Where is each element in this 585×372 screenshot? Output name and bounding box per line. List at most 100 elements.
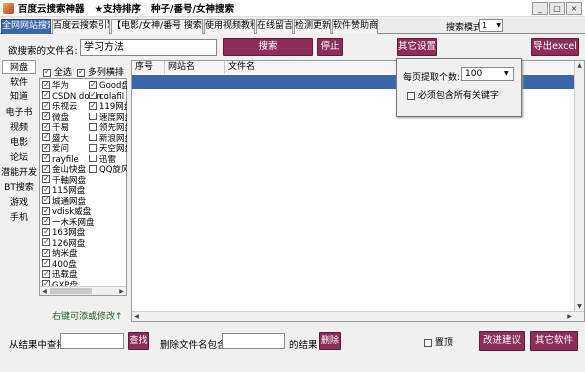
category-zhidao[interactable]: 知道 — [2, 90, 36, 104]
category-mobile[interactable]: 手机 — [2, 211, 36, 225]
delete-label: 删除文件名包含: — [160, 340, 230, 351]
app-logo-icon — [3, 2, 14, 14]
site-checkbox[interactable]: 天空网盘 — [89, 144, 127, 155]
close-button[interactable]: × — [566, 2, 582, 15]
check-icon — [42, 257, 50, 268]
check-icon — [42, 79, 50, 90]
check-icon — [42, 236, 50, 247]
check-icon — [42, 142, 50, 153]
scroll-left-icon[interactable]: ◀ — [132, 313, 141, 320]
category-ebook[interactable]: 电子书 — [2, 106, 36, 120]
category-software[interactable]: 软件 — [2, 76, 36, 90]
title-bar: 百度云搜索神器 ★支持排序 种子/番号/女神搜索 _ □ × — [0, 0, 585, 17]
site-checkbox[interactable]: 速度网盘 — [89, 112, 127, 124]
check-icon — [89, 165, 97, 173]
site-checkbox[interactable]: 迅雷 — [89, 154, 127, 166]
site-checkbox[interactable]: 新浪网盘 — [89, 133, 127, 145]
check-icon — [42, 152, 50, 163]
search-button[interactable]: 搜索 — [223, 38, 313, 56]
category-video[interactable]: 视频 — [2, 121, 36, 135]
site-checkbox[interactable]: 119网盘 — [89, 102, 127, 113]
tab-video-tutorial[interactable]: 使用视频教程 — [204, 19, 255, 34]
search-input[interactable]: 学习方法 — [80, 39, 217, 56]
check-icon — [42, 247, 50, 258]
ontop-checkbox[interactable]: 置顶 — [424, 335, 453, 348]
stop-button[interactable]: 停止 — [317, 38, 343, 56]
check-icon — [89, 102, 97, 111]
site-checkbox[interactable]: QQ旋风 — [89, 165, 127, 176]
right-click-hint: 右键可添或修改↑ — [52, 312, 123, 322]
check-icon — [89, 123, 97, 131]
category-sidebar: 网盘 软件 知道 电子书 视频 电影 论坛 潜能开发 BT搜索 游戏 手机 — [0, 59, 38, 315]
tab-sponsors[interactable]: 软件赞助商 — [332, 19, 378, 34]
multi-sort-checkbox[interactable]: 多列横排 — [77, 65, 124, 78]
check-icon — [42, 226, 50, 237]
app-title-tagline: 种子/番号/女神搜索 — [151, 4, 234, 15]
delete-button[interactable]: 删除 — [319, 332, 341, 350]
column-header-index[interactable]: 序号 — [132, 61, 165, 74]
check-icon — [42, 163, 50, 174]
result-label: 的结果 — [289, 340, 318, 351]
scroll-down-icon[interactable]: ▼ — [575, 303, 584, 310]
tab-check-update[interactable]: 检测更新 — [294, 19, 331, 34]
suggest-button[interactable]: 改进建议 — [479, 331, 525, 351]
minimize-button[interactable]: _ — [532, 2, 548, 15]
scroll-left-icon[interactable]: ◀ — [40, 288, 49, 295]
category-games[interactable]: 游戏 — [2, 196, 36, 210]
check-icon — [42, 215, 50, 226]
search-mode-label: 搜索模式 — [446, 23, 483, 33]
must-contain-checkbox[interactable]: 必须包含所有关键字 — [407, 88, 499, 101]
checkbox-icon — [424, 338, 432, 347]
check-icon — [42, 184, 50, 195]
select-all-checkbox[interactable]: 全选 — [43, 65, 72, 78]
delete-input[interactable] — [222, 333, 285, 349]
category-potential[interactable]: 潜能开发 — [0, 166, 38, 180]
check-icon — [42, 205, 50, 216]
site-checkbox[interactable]: colafil — [89, 91, 127, 103]
site-list-panel: 华为CSDN down乐视云微盘千易盛大爱问rayfile金山快盘千軸网盘115… — [39, 78, 127, 296]
check-icon — [42, 121, 50, 132]
export-excel-button[interactable]: 导出excel — [531, 38, 579, 56]
check-icon — [42, 194, 50, 205]
tab-baidu-engine[interactable]: 百度云搜索引擎 — [52, 19, 110, 34]
scroll-right-icon[interactable]: ▶ — [565, 313, 574, 320]
tab-feedback[interactable]: 在线留言 — [256, 19, 293, 34]
category-forum[interactable]: 论坛 — [2, 151, 36, 165]
chevron-down-icon: ▼ — [504, 70, 509, 77]
table-vscrollbar[interactable]: ▲ ▼ — [574, 61, 584, 311]
check-icon — [89, 154, 97, 162]
settings-popup: 每页提取个数: 100 ▼ 必须包含所有关键字 — [396, 58, 522, 117]
scroll-up-icon[interactable]: ▲ — [575, 62, 584, 69]
search-mode-select[interactable]: 1 — [479, 19, 503, 32]
other-software-button[interactable]: 其它软件 — [530, 331, 578, 351]
check-icon — [89, 81, 97, 90]
table-hscrollbar[interactable]: ◀ ▶ — [132, 311, 584, 321]
scroll-right-icon[interactable]: ▶ — [117, 288, 126, 295]
other-settings-button[interactable]: 其它设置 — [397, 38, 437, 56]
app-title: 百度云搜索神器 — [18, 4, 85, 15]
check-icon — [89, 91, 97, 100]
site-checkbox[interactable]: 领先网盘 — [89, 123, 127, 134]
site-checkbox[interactable]: Good盘 — [89, 81, 127, 92]
tab-bar: 全网网站搜索 百度云搜索引擎 【电影/女神/番号 搜索】 使用视频教程 在线留言… — [0, 18, 585, 34]
category-movie[interactable]: 电影 — [2, 136, 36, 150]
tab-all-sites[interactable]: 全网网站搜索 — [1, 19, 51, 34]
check-icon — [42, 110, 50, 121]
category-bt-search[interactable]: BT搜索 — [2, 181, 36, 195]
checkbox-icon — [407, 91, 415, 100]
check-icon — [43, 67, 51, 77]
tab-movie-search[interactable]: 【电影/女神/番号 搜索】 — [111, 19, 203, 34]
check-icon — [42, 131, 50, 142]
app-title-feature: ★支持排序 — [94, 4, 142, 15]
maximize-button[interactable]: □ — [549, 2, 565, 15]
filter-input[interactable] — [60, 333, 124, 349]
category-netdisk[interactable]: 网盘 — [2, 60, 36, 74]
find-button[interactable]: 查找 — [128, 332, 149, 350]
search-label: 欲搜索的文件名: — [8, 46, 78, 57]
check-icon — [89, 112, 97, 120]
check-icon — [42, 268, 50, 279]
column-header-site[interactable]: 网站名 — [165, 61, 225, 74]
scroll-thumb[interactable] — [50, 288, 92, 294]
check-icon — [77, 67, 85, 77]
site-list-hscrollbar[interactable]: ◀ ▶ — [40, 286, 126, 295]
